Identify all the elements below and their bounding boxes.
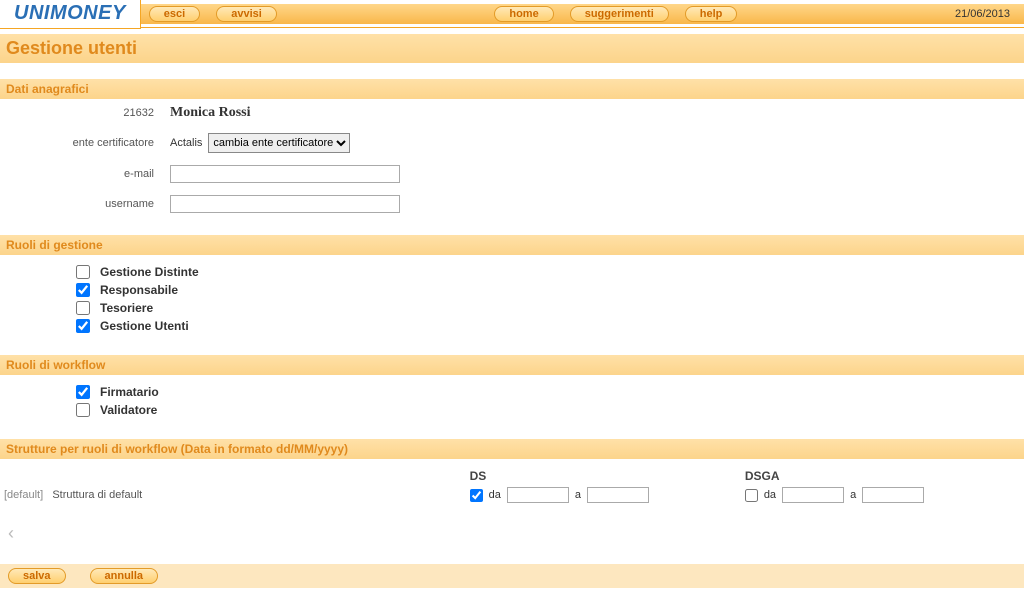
ente-value: Actalis bbox=[170, 137, 202, 149]
responsabile-checkbox[interactable] bbox=[76, 283, 90, 297]
section-ruoli-gestione: Ruoli di gestione bbox=[0, 235, 1024, 255]
tesoriere-checkbox[interactable] bbox=[76, 301, 90, 315]
section-strutture: Strutture per ruoli di workflow (Data in… bbox=[0, 439, 1024, 459]
ds-da-input[interactable] bbox=[507, 487, 569, 503]
home-button[interactable]: home bbox=[494, 6, 553, 22]
dsga-checkbox[interactable] bbox=[745, 489, 758, 502]
avvisi-button[interactable]: avvisi bbox=[216, 6, 277, 22]
responsabile-label: Responsabile bbox=[100, 283, 178, 297]
salva-button[interactable]: salva bbox=[8, 568, 66, 584]
help-button[interactable]: help bbox=[685, 6, 738, 22]
dsga-a-input[interactable] bbox=[862, 487, 924, 503]
topbar: UNIMONEY esci avvisi home suggerimenti h… bbox=[0, 0, 1024, 28]
username-label: username bbox=[0, 198, 170, 210]
gestione-utenti-label: Gestione Utenti bbox=[100, 319, 189, 333]
firmatario-checkbox[interactable] bbox=[76, 385, 90, 399]
validatore-label: Validatore bbox=[100, 403, 157, 417]
esci-button[interactable]: esci bbox=[149, 6, 200, 22]
validatore-checkbox[interactable] bbox=[76, 403, 90, 417]
ruoli-gestione-list: Gestione Distinte Responsabile Tesoriere… bbox=[0, 255, 1024, 339]
list-item: Gestione Utenti bbox=[76, 317, 1024, 335]
email-input[interactable] bbox=[170, 165, 400, 183]
ruoli-workflow-list: Firmatario Validatore bbox=[0, 375, 1024, 423]
table-row: [default] Struttura di default da a da a bbox=[4, 487, 1020, 503]
brand-logo: UNIMONEY bbox=[0, 0, 141, 29]
tesoriere-label: Tesoriere bbox=[100, 301, 153, 315]
list-item: Validatore bbox=[76, 401, 1024, 419]
section-anagrafica: Dati anagrafici bbox=[0, 79, 1024, 99]
ds-da-label: da bbox=[489, 489, 501, 501]
suggerimenti-button[interactable]: suggerimenti bbox=[570, 6, 669, 22]
col-dsga-header: DSGA bbox=[745, 469, 1020, 483]
struttura-name: Struttura di default bbox=[52, 489, 142, 501]
user-id-label: 21632 bbox=[0, 107, 170, 119]
nav-strip: esci avvisi home suggerimenti help 21/06… bbox=[141, 4, 1024, 24]
dsga-a-label: a bbox=[850, 489, 856, 501]
dsga-da-label: da bbox=[764, 489, 776, 501]
col-ds-header: DS bbox=[470, 469, 745, 483]
page-title: Gestione utenti bbox=[0, 34, 1024, 63]
strutture-header: DS DSGA bbox=[4, 469, 1020, 483]
username-input[interactable] bbox=[170, 195, 400, 213]
list-item: Tesoriere bbox=[76, 299, 1024, 317]
list-item: Responsabile bbox=[76, 281, 1024, 299]
footer-bar: salva annulla bbox=[0, 564, 1024, 588]
dsga-da-input[interactable] bbox=[782, 487, 844, 503]
list-item: Gestione Distinte bbox=[76, 263, 1024, 281]
section-ruoli-workflow: Ruoli di workflow bbox=[0, 355, 1024, 375]
ds-a-input[interactable] bbox=[587, 487, 649, 503]
user-full-name: Monica Rossi bbox=[170, 105, 251, 121]
list-item: Firmatario bbox=[76, 383, 1024, 401]
gestione-utenti-checkbox[interactable] bbox=[76, 319, 90, 333]
ds-a-label: a bbox=[575, 489, 581, 501]
strutture-table: DS DSGA [default] Struttura di default d… bbox=[0, 459, 1024, 507]
current-date: 21/06/2013 bbox=[955, 8, 1016, 20]
ente-change-select[interactable]: cambia ente certificatore bbox=[208, 133, 350, 153]
scroll-left-icon[interactable]: ‹ bbox=[0, 521, 1024, 546]
default-tag: [default] bbox=[4, 489, 43, 501]
gestione-distinte-label: Gestione Distinte bbox=[100, 265, 199, 279]
annulla-button[interactable]: annulla bbox=[90, 568, 159, 584]
gestione-distinte-checkbox[interactable] bbox=[76, 265, 90, 279]
firmatario-label: Firmatario bbox=[100, 385, 159, 399]
ds-checkbox[interactable] bbox=[470, 489, 483, 502]
email-label: e-mail bbox=[0, 168, 170, 180]
ente-label: ente certificatore bbox=[0, 137, 170, 149]
